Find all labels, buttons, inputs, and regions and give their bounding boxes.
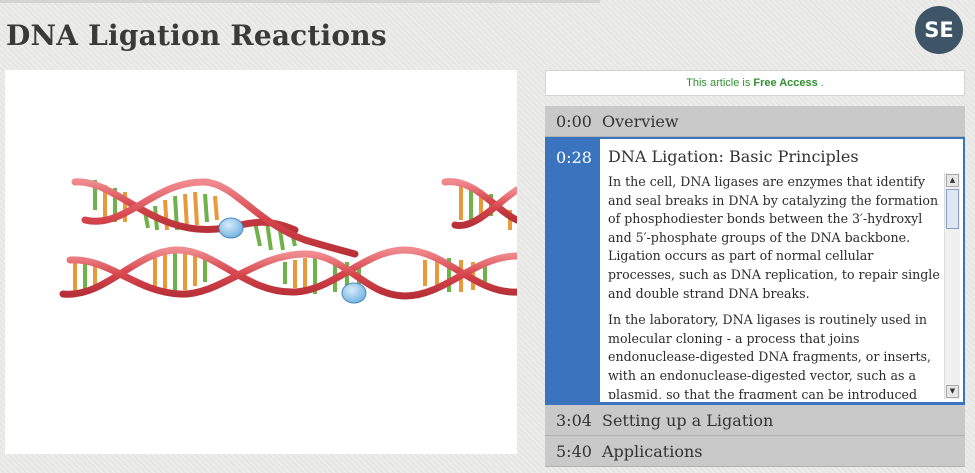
video-player[interactable] bbox=[5, 70, 517, 454]
chapter-label: DNA Ligation: Basic Principles bbox=[608, 147, 859, 166]
description-paragraph: In the laboratory, DNA ligases is routin… bbox=[608, 312, 931, 399]
triangle-down-icon[interactable]: ▼ bbox=[946, 385, 959, 398]
chapter-label: Applications bbox=[602, 441, 703, 461]
access-highlight: Free Access bbox=[753, 77, 818, 89]
chapter-overview[interactable]: 0:00 Overview bbox=[545, 106, 965, 137]
chapter-basic-principles[interactable]: 0:28 DNA Ligation: Basic Principles In t… bbox=[545, 137, 965, 405]
chapter-list: 0:00 Overview 0:28 DNA Ligation: Basic P… bbox=[545, 106, 965, 467]
chapter-time: 3:04 bbox=[556, 410, 592, 430]
chapter-time: 0:00 bbox=[556, 111, 592, 131]
ligase-enzyme-lower bbox=[341, 282, 367, 304]
access-banner: This article is Free Access . bbox=[545, 70, 965, 96]
scrollbar-thumb[interactable] bbox=[946, 189, 959, 229]
description-scrollbar[interactable]: ▲ ▼ bbox=[944, 173, 960, 399]
triangle-up-icon[interactable]: ▲ bbox=[946, 174, 959, 187]
chapter-applications[interactable]: 5:40 Applications bbox=[545, 436, 965, 467]
dna-illustration bbox=[59, 178, 517, 304]
description-paragraph: In the cell, DNA ligases are enzymes tha… bbox=[608, 174, 940, 301]
chapter-label: Overview bbox=[602, 111, 679, 131]
top-divider bbox=[0, 0, 600, 3]
access-prefix: This article is bbox=[686, 77, 751, 89]
access-suffix: . bbox=[820, 77, 824, 89]
chapter-setting-up[interactable]: 3:04 Setting up a Ligation bbox=[545, 405, 965, 436]
chapter-description[interactable]: In the cell, DNA ligases are enzymes tha… bbox=[608, 173, 960, 399]
chapter-time: 5:40 bbox=[556, 441, 592, 461]
ligase-enzyme-upper bbox=[218, 217, 244, 239]
chapter-label: Setting up a Ligation bbox=[602, 410, 774, 430]
page-title: DNA Ligation Reactions bbox=[6, 19, 387, 52]
chapter-detail-panel: DNA Ligation: Basic Principles In the ce… bbox=[600, 139, 963, 402]
site-logo[interactable]: SE bbox=[915, 6, 963, 54]
chapter-time: 0:28 bbox=[556, 148, 592, 167]
